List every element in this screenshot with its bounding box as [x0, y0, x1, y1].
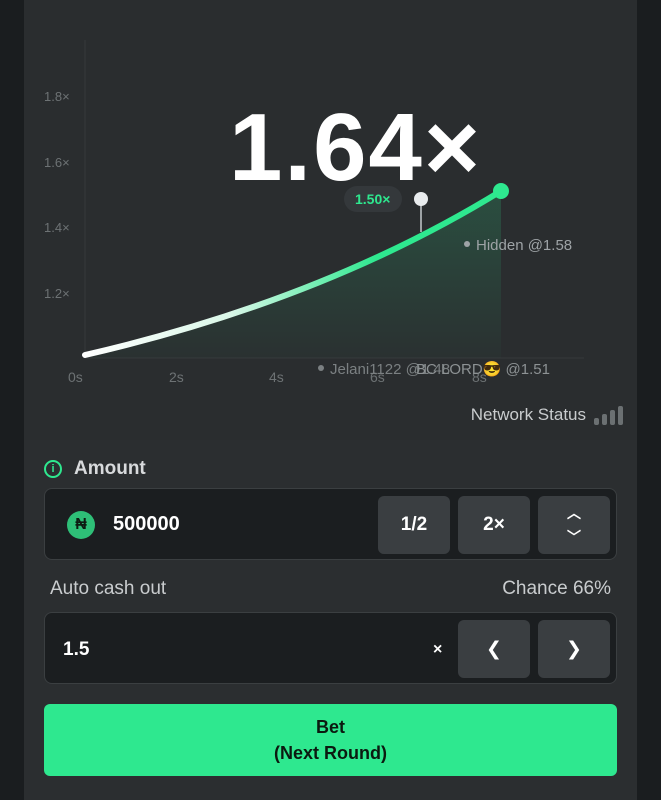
- y-tick-label: 1.8×: [44, 89, 70, 104]
- right-edge: [637, 0, 661, 800]
- y-tick-label: 1.6×: [44, 155, 70, 170]
- auto-cashout-unit: ×: [433, 641, 443, 658]
- chevron-down-icon: ﹀: [567, 529, 581, 545]
- auto-cashout-row: Auto cash out Chance 66%: [50, 578, 611, 600]
- player-cashout-label: Hidden @1.58: [476, 237, 572, 254]
- player-dot: [318, 365, 324, 371]
- amount-input[interactable]: 500000: [113, 513, 180, 536]
- left-edge: [0, 0, 24, 800]
- signal-bars-icon: [594, 405, 623, 425]
- decrease-cashout-button[interactable]: ❮: [458, 620, 530, 678]
- y-tick-label: 1.4×: [44, 220, 70, 235]
- network-status[interactable]: Network Status: [471, 405, 623, 425]
- auto-cashout-input-box: 1.5 × ❮ ❯: [44, 612, 617, 684]
- x-tick-label: 0s: [68, 369, 83, 385]
- amount-stepper-button[interactable]: ︿ ﹀: [538, 496, 610, 554]
- double-amount-button[interactable]: 2×: [458, 496, 530, 554]
- naira-icon: ₦: [67, 511, 95, 539]
- bet-button[interactable]: Bet (Next Round): [44, 704, 617, 776]
- player-dot: [464, 241, 470, 247]
- chevron-left-icon: ❮: [486, 638, 502, 660]
- x-tick-label: 2s: [169, 369, 184, 385]
- half-amount-button[interactable]: 1/2: [378, 496, 450, 554]
- amount-header: i Amount: [44, 458, 146, 480]
- player-cashout-label: BC LORD😎 @1.51: [416, 360, 550, 378]
- amount-label: Amount: [74, 458, 146, 479]
- auto-cashout-input[interactable]: 1.5: [63, 639, 89, 661]
- y-tick-label: 1.2×: [44, 286, 70, 301]
- chance-label: Chance 66%: [502, 578, 611, 599]
- bet-control-panel: i Amount ₦ 500000 1/2 2× ︿ ﹀ Auto cash o…: [24, 440, 637, 800]
- curve-area: [85, 191, 501, 358]
- chevron-right-icon: ❯: [566, 638, 582, 660]
- crash-chart-panel: 1.2× 1.4× 1.6× 1.8× 0s 2s 4s 6s 8s 1.50×…: [24, 0, 637, 440]
- info-icon[interactable]: i: [44, 460, 62, 478]
- current-multiplier: 1.64×: [229, 94, 482, 201]
- crash-chart: 1.2× 1.4× 1.6× 1.8× 0s 2s 4s 6s 8s 1.50×…: [44, 40, 584, 385]
- network-status-label: Network Status: [470, 405, 586, 424]
- x-tick-label: 4s: [269, 369, 284, 385]
- bet-button-label: Bet: [315, 716, 345, 737]
- chevron-up-icon: ︿: [567, 505, 581, 521]
- amount-input-box: ₦ 500000 1/2 2× ︿ ﹀: [44, 488, 617, 560]
- increase-cashout-button[interactable]: ❯: [538, 620, 610, 678]
- bet-button-sublabel: (Next Round): [274, 743, 387, 763]
- curve-head-dot: [493, 183, 509, 199]
- auto-cashout-label: Auto cash out: [50, 578, 167, 599]
